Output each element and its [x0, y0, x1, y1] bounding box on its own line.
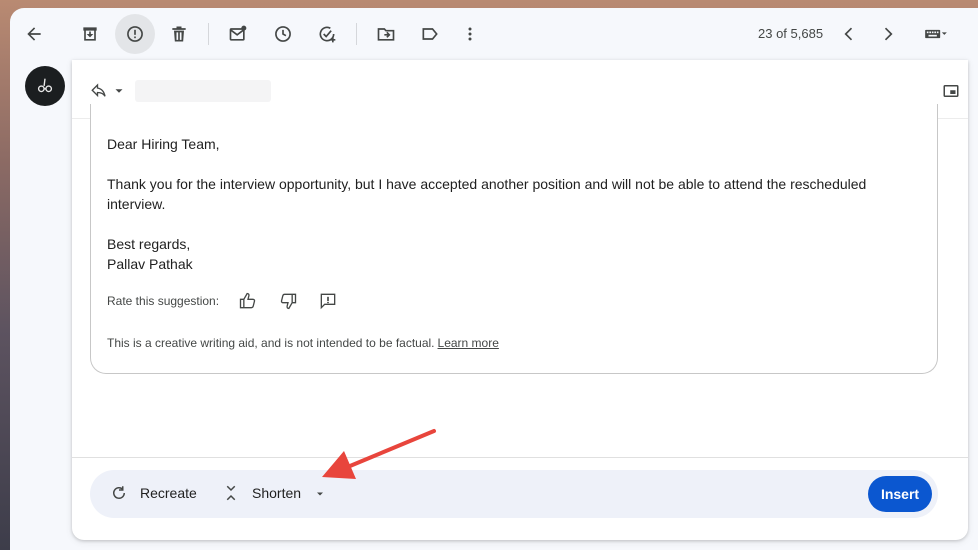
rate-suggestion-row: Rate this suggestion:: [107, 290, 339, 312]
body-paragraph: Thank you for the interview opportunity,…: [107, 176, 867, 212]
closing-line: Best regards,: [107, 236, 191, 252]
thumbs-up-button[interactable]: [237, 290, 259, 312]
help-me-write-suggestion: Dear Hiring Team, Thank you for the inte…: [90, 104, 938, 374]
report-icon: [127, 26, 143, 42]
chevron-left-icon: [844, 27, 853, 41]
report-spam-button[interactable]: [115, 14, 155, 54]
refresh-icon: [113, 486, 125, 499]
add-task-icon: [319, 26, 336, 43]
archive-icon: [83, 27, 97, 41]
older-button[interactable]: [868, 14, 908, 54]
label-icon: [422, 28, 438, 40]
rate-label: Rate this suggestion:: [107, 294, 220, 308]
more-options-button[interactable]: [450, 14, 490, 54]
arrow-left-icon: [27, 27, 41, 41]
refine-dropdown-icon[interactable]: [314, 488, 326, 500]
archive-button[interactable]: [70, 14, 110, 54]
shorten-label: Shorten: [252, 485, 302, 501]
recipient-field[interactable]: [135, 80, 271, 102]
sender-avatar[interactable]: [25, 66, 65, 106]
snooze-button[interactable]: [263, 14, 303, 54]
keyboard-icon: [925, 29, 947, 39]
recreate-label: Recreate: [140, 485, 197, 501]
thumbs-up-icon: [239, 292, 256, 309]
delete-button[interactable]: [159, 14, 199, 54]
mail-unread-icon: [229, 25, 247, 41]
add-to-tasks-button[interactable]: [307, 14, 347, 54]
move-folder-icon: [377, 28, 395, 41]
trash-icon: [172, 26, 186, 42]
newer-button[interactable]: [829, 14, 869, 54]
report-feedback-button[interactable]: [317, 290, 339, 312]
move-to-button[interactable]: [366, 14, 406, 54]
signature-line: Pallav Pathak: [107, 256, 193, 272]
recreate-button[interactable]: Recreate: [110, 484, 197, 502]
back-button[interactable]: [14, 14, 54, 54]
avatar-glasses-icon: [37, 78, 53, 93]
reply-type-button[interactable]: [90, 82, 126, 100]
label-button[interactable]: [410, 14, 450, 54]
shorten-icon: [226, 485, 236, 501]
more-vert-icon: [468, 27, 472, 41]
gmail-window: 23 of 5,685 Dear Hiring Team, Thank you …: [10, 8, 978, 550]
feedback-icon: [320, 293, 336, 310]
disclaimer-label: This is a creative writing aid, and is n…: [107, 336, 435, 350]
toolbar-divider: [356, 23, 357, 45]
insert-button[interactable]: Insert: [868, 476, 932, 512]
greeting-text: Dear Hiring Team,: [107, 136, 220, 152]
suggestion-action-bar: Recreate Shorten Insert: [90, 470, 938, 518]
thumbs-down-button[interactable]: [277, 290, 299, 312]
reply-compose-card: Dear Hiring Team, Thank you for the inte…: [72, 60, 968, 540]
disclaimer-text: This is a creative writing aid, and is n…: [107, 336, 499, 350]
thumbs-down-icon: [280, 293, 297, 310]
chevron-right-icon: [884, 27, 893, 41]
shorten-button[interactable]: Shorten: [222, 484, 301, 502]
action-divider: [72, 457, 968, 458]
message-toolbar: 23 of 5,685: [10, 8, 978, 60]
learn-more-link[interactable]: Learn more: [438, 336, 499, 350]
suggestion-text: Dear Hiring Team, Thank you for the inte…: [107, 134, 907, 274]
toolbar-divider: [208, 23, 209, 45]
clock-icon: [275, 26, 291, 42]
mark-unread-button[interactable]: [218, 14, 258, 54]
caret-down-icon: [115, 89, 123, 93]
message-counter: 23 of 5,685: [758, 26, 824, 41]
popout-icon[interactable]: [942, 82, 960, 100]
input-tools-button[interactable]: [914, 14, 958, 54]
reply-icon: [91, 83, 106, 98]
